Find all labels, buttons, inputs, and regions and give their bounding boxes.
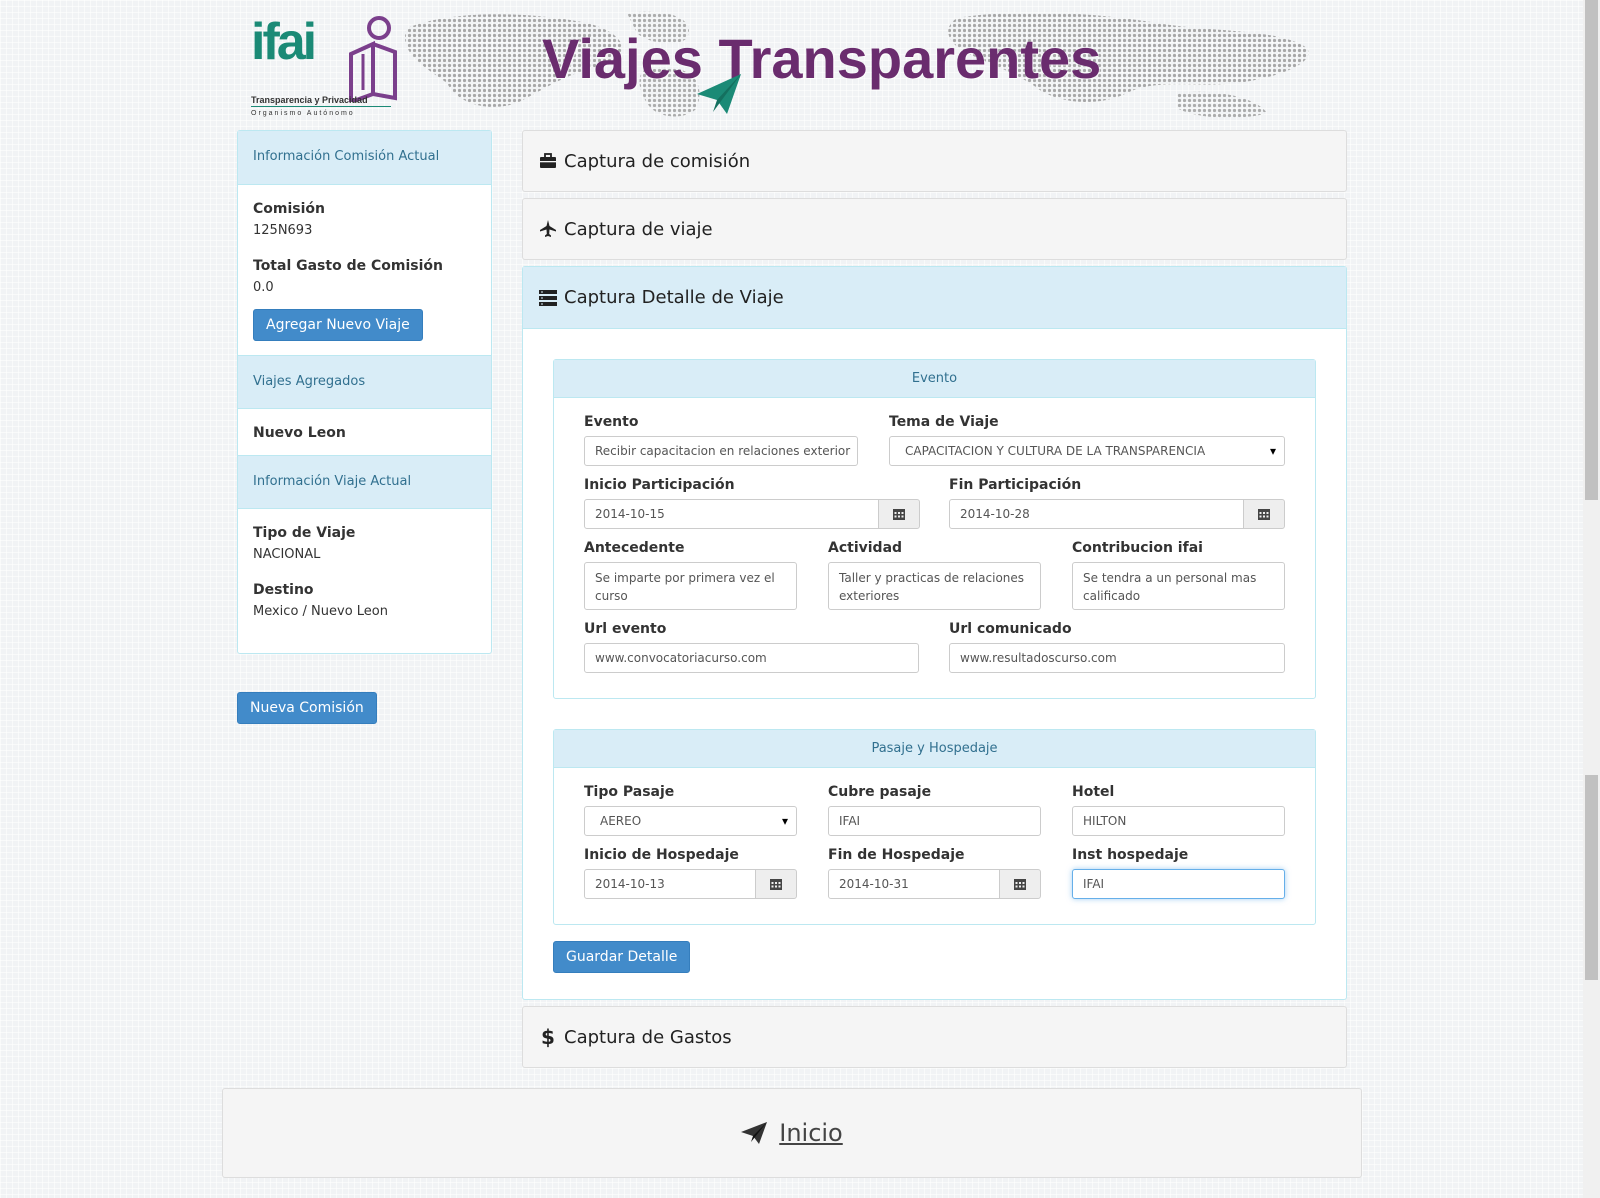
panel-captura-comision-header[interactable]: Captura de comisión [523,131,1346,191]
fin-hospedaje-label: Fin de Hospedaje [828,847,965,863]
destination-label: Destino [253,582,314,598]
tema-viaje-label: Tema de Viaje [889,414,999,430]
paper-plane-icon [741,1122,768,1144]
evento-subpanel: Evento Evento Recibir capacitacion en re… [553,359,1316,699]
commission-label: Comisión [253,201,325,217]
save-detail-button[interactable]: Guardar Detalle [553,941,691,973]
panel-captura-viaje[interactable]: Captura de viaje [522,198,1347,260]
url-comunicado-label: Url comunicado [949,621,1072,637]
calendar-icon[interactable] [999,869,1041,899]
cubre-pasaje-label: Cubre pasaje [828,784,932,800]
contribucion-label: Contribucion ifai [1072,540,1203,556]
evento-input[interactable]: Recibir capacitacion en relaciones exter… [584,436,858,466]
page-scrollbar[interactable] [1583,0,1600,1198]
tema-viaje-select[interactable]: CAPACITACION Y CULTURA DE LA TRANSPARENC… [889,436,1285,466]
added-trip-item[interactable]: Nuevo Leon [253,425,476,441]
panel-captura-comision-title: Captura de comisión [564,150,751,172]
sidebar-panel: Información Comisión Actual Comisión 125… [237,130,492,654]
trip-type-value: NACIONAL [253,547,321,562]
inst-hospedaje-input[interactable]: IFAI [1072,869,1285,899]
antecedente-label: Antecedente [584,540,685,556]
commission-value: 125N693 [253,223,313,238]
cubre-pasaje-input[interactable]: IFAI [828,806,1041,836]
list-icon [538,289,558,306]
panel-captura-gastos-title: Captura de Gastos [564,1026,732,1048]
logo-org: Organismo Autónomo [251,110,355,117]
fin-participacion-label: Fin Participación [949,477,1082,493]
actividad-textarea[interactable]: Taller y practicas de relaciones exterio… [828,562,1041,610]
scrollbar-thumb-secondary[interactable] [1585,775,1598,980]
add-trip-button[interactable]: Agregar Nuevo Viaje [253,309,423,341]
evento-label: Evento [584,414,639,430]
logo-word: ifai [251,13,317,71]
logo-subtitle: Transparencia y Privacidad [251,95,368,105]
calendar-icon[interactable] [755,869,797,899]
briefcase-icon [538,153,558,169]
logo-divider [251,106,391,107]
url-comunicado-input[interactable]: www.resultadoscurso.com [949,643,1285,673]
tipo-pasaje-select[interactable]: AEREO [584,806,797,836]
evento-subpanel-title: Evento [554,360,1315,398]
antecedente-textarea[interactable]: Se imparte por primera vez el curso [584,562,797,610]
home-link[interactable]: Inicio [779,1119,843,1147]
plane-icon [538,220,558,238]
hotel-label: Hotel [1072,784,1115,800]
panel-captura-detalle-viaje: Captura Detalle de Viaje Evento Evento R… [522,266,1347,1000]
sidebar-section-added-trips: Viajes Agregados [238,355,491,409]
new-commission-button[interactable]: Nueva Comisión [237,692,377,724]
footer: Inicio [222,1088,1362,1178]
destination-value: Mexico / Nuevo Leon [253,604,388,619]
contribucion-textarea[interactable]: Se tendra a un personal mas calificado [1072,562,1285,610]
panel-captura-viaje-title: Captura de viaje [564,218,713,240]
total-expense-label: Total Gasto de Comisión [253,258,443,274]
panel-captura-gastos-header[interactable]: $ Captura de Gastos [523,1007,1346,1067]
inicio-hospedaje-input[interactable]: 2014-10-13 [584,869,756,899]
panel-captura-gastos[interactable]: $ Captura de Gastos [522,1006,1347,1068]
dollar-icon: $ [541,1025,555,1049]
total-expense-value: 0.0 [253,280,274,295]
fin-hospedaje-input[interactable]: 2014-10-31 [828,869,1000,899]
actividad-label: Actividad [828,540,903,556]
panel-captura-viaje-header[interactable]: Captura de viaje [523,199,1346,259]
site-title: Viajes Transparentes [542,27,1102,90]
inicio-hospedaje-label: Inicio de Hospedaje [584,847,739,863]
ifai-logo[interactable]: ifai Transparencia y Privacidad Organism… [251,14,401,124]
trip-type-label: Tipo de Viaje [253,525,356,541]
calendar-icon[interactable] [1243,499,1285,529]
sidebar-section-commission-info: Información Comisión Actual [238,131,491,185]
header: ifai Transparencia y Privacidad Organism… [237,8,1347,120]
panel-captura-detalle-header[interactable]: Captura Detalle de Viaje [523,267,1346,329]
panel-captura-comision[interactable]: Captura de comisión [522,130,1347,192]
calendar-icon[interactable] [878,499,920,529]
inicio-participacion-label: Inicio Participación [584,477,735,493]
pasaje-hospedaje-subpanel: Pasaje y Hospedaje Tipo Pasaje AEREO Cub… [553,729,1316,925]
logo-figure-icon [349,16,397,102]
url-evento-input[interactable]: www.convocatoriacurso.com [584,643,919,673]
hotel-input[interactable]: HILTON [1072,806,1285,836]
inst-hospedaje-label: Inst hospedaje [1072,847,1189,863]
pasaje-hospedaje-title: Pasaje y Hospedaje [554,730,1315,768]
sidebar-section-current-trip: Información Viaje Actual [238,455,491,509]
paper-plane-logo-icon [697,74,741,114]
url-evento-label: Url evento [584,621,667,637]
fin-participacion-input[interactable]: 2014-10-28 [949,499,1244,529]
scrollbar-thumb[interactable] [1585,0,1598,500]
tipo-pasaje-label: Tipo Pasaje [584,784,675,800]
panel-captura-detalle-title: Captura Detalle de Viaje [564,287,784,308]
inicio-participacion-input[interactable]: 2014-10-15 [584,499,879,529]
